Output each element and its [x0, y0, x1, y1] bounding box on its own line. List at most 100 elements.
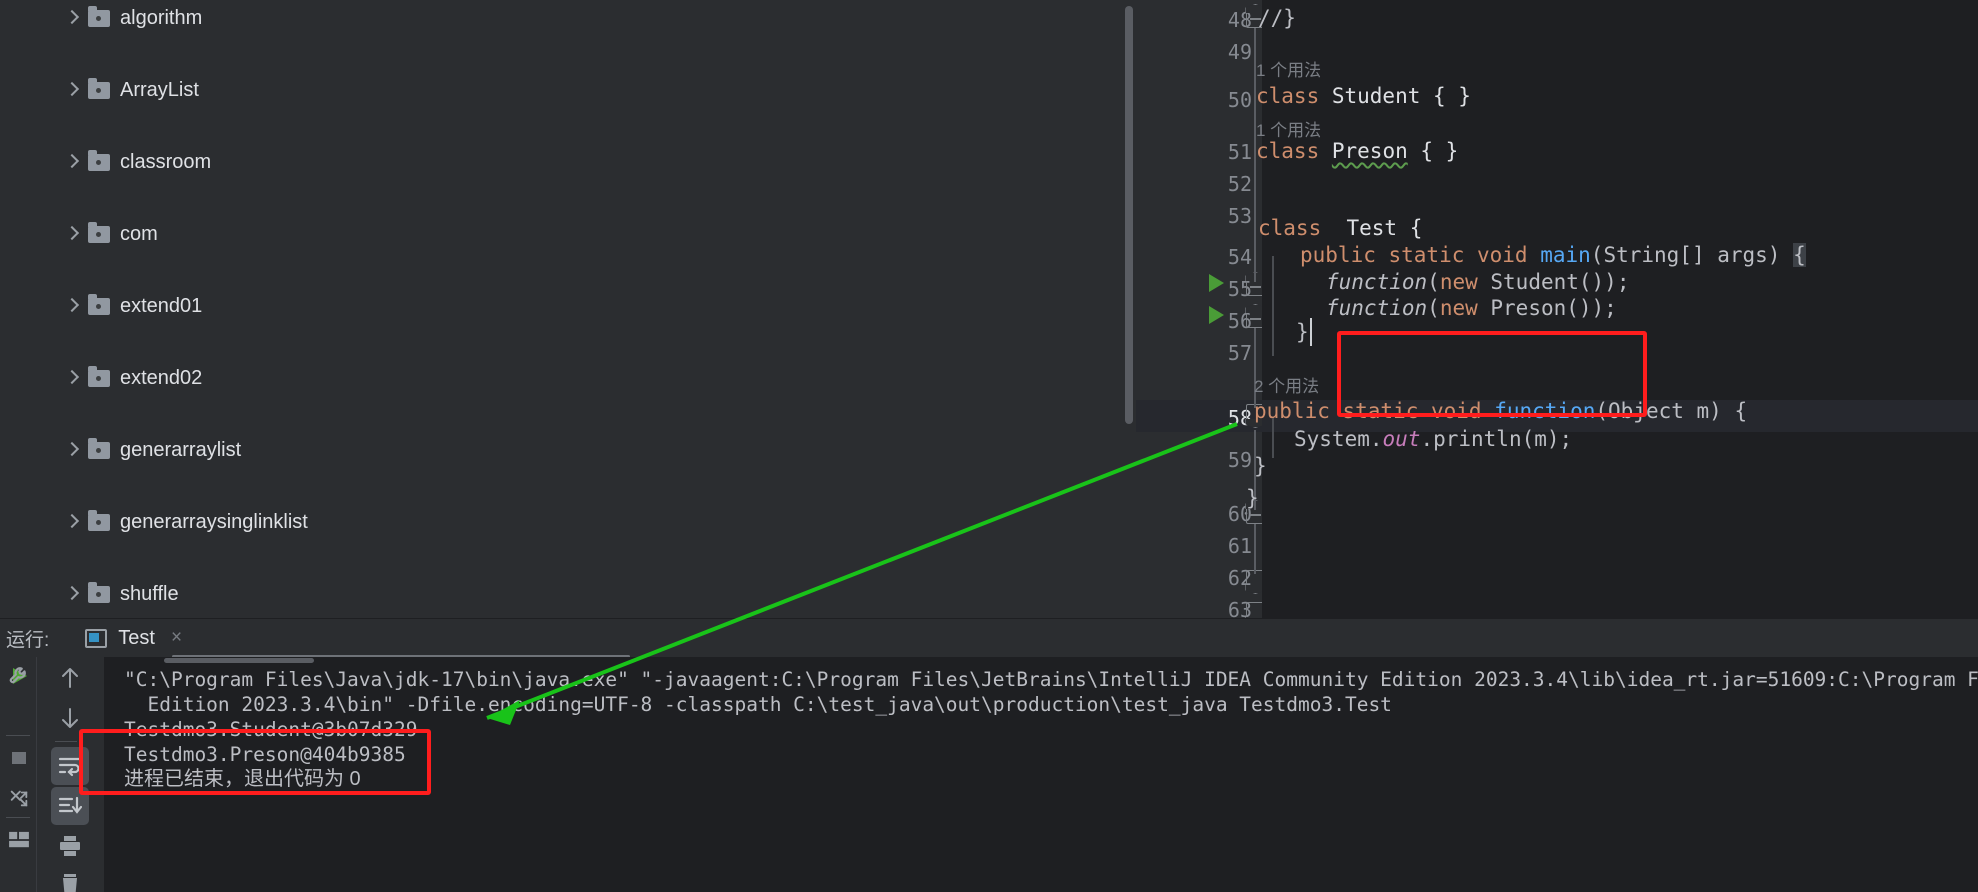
editor-vertical-scrollbar[interactable] [1122, 0, 1136, 618]
indent-guide [1272, 418, 1274, 458]
tree-item-label: ArrayList [120, 78, 199, 101]
settings-button[interactable] [0, 657, 38, 695]
folder-icon [88, 77, 110, 99]
scrollbar-thumb[interactable] [164, 658, 314, 663]
usage-hint-preson[interactable]: 1 个用法 [1256, 116, 1321, 141]
call-function: function [1326, 270, 1428, 294]
method-name-main: main [1540, 243, 1591, 267]
open-paren: ( [1427, 296, 1440, 320]
tree-item-classroom[interactable]: classroom [0, 144, 1122, 180]
line-number: 57 [1227, 341, 1252, 365]
clear-all-button[interactable] [51, 865, 89, 892]
keyword-new: new [1439, 296, 1478, 320]
println-call: .println(m); [1420, 427, 1573, 451]
code-line-55: public static void main(String[] args) { [1300, 243, 1806, 267]
code-line-50: class Student { } [1256, 84, 1471, 108]
folder-icon [88, 149, 110, 171]
stop-button[interactable] [0, 739, 38, 777]
tree-item-extend01[interactable]: extend01 [0, 288, 1122, 324]
tree-item-extend02[interactable]: extend02 [0, 360, 1122, 396]
code-editor-panel[interactable]: 48 49 50 51 52 53 54 55 56 57 58 59 60 6… [1122, 0, 1978, 622]
chevron-right-icon[interactable] [62, 153, 80, 171]
close-icon[interactable]: × [171, 627, 182, 649]
console-horizontal-scrollbar[interactable] [104, 657, 1978, 663]
folder-icon [88, 365, 110, 387]
folder-icon [88, 509, 110, 531]
code-line-58: } [1296, 320, 1309, 344]
chevron-right-icon[interactable] [62, 81, 80, 99]
tree-item-label: com [120, 222, 158, 245]
run-tab-label: Test [118, 626, 155, 649]
console-line-command-2: Edition 2023.3.4\bin" -Dfile.encoding=UT… [124, 693, 1392, 716]
console-line-exit-status: 进程已结束，退出代码为 0 [124, 768, 361, 790]
keyword-class: class [1256, 139, 1320, 163]
console-output[interactable]: "C:\Program Files\Java\jdk-17\bin\java.e… [104, 657, 1978, 892]
tree-item-label: algorithm [120, 6, 203, 29]
text-caret [1310, 318, 1312, 346]
modifiers: public static void [1300, 243, 1541, 267]
tree-item-generarraylist[interactable]: generarraylist [0, 432, 1122, 468]
class-body: { } [1407, 139, 1459, 163]
code-text-area[interactable]: //} 1 个用法 class Student { } 1 个用法 class … [1246, 0, 1978, 618]
project-tree-panel[interactable]: algorithm ArrayList classroom com extend… [0, 0, 1122, 618]
run-tool-window[interactable]: 运行: Test × "C:\Program Files\Java\jdk-17… [0, 618, 1978, 892]
line-number: 59 [1227, 448, 1252, 472]
line-number: 54 [1227, 245, 1252, 269]
indent-guide [1272, 256, 1274, 356]
usage-hint-function[interactable]: 2 个用法 [1254, 372, 1319, 397]
console-tab-icon [85, 628, 108, 648]
tree-item-label: classroom [120, 150, 212, 173]
folder-icon [88, 437, 110, 459]
class-name-preson-typo: Preson [1331, 139, 1408, 163]
tree-item-generarraysinglinklist[interactable]: generarraysinglinklist [0, 504, 1122, 540]
new-student-expr: Student()); [1477, 270, 1630, 294]
ide-window: algorithm ArrayList classroom com extend… [0, 0, 1978, 892]
new-preson-expr: Preson()); [1477, 296, 1617, 320]
fold-connector-line [1254, 524, 1256, 574]
chevron-right-icon[interactable] [62, 513, 80, 531]
tree-item-com[interactable]: com [0, 216, 1122, 252]
usage-hint-student[interactable]: 1 个用法 [1256, 56, 1321, 81]
tree-item-arraylist[interactable]: ArrayList [0, 72, 1122, 108]
line-number: 52 [1227, 172, 1252, 196]
layout-button[interactable] [0, 821, 38, 859]
scrollbar-thumb[interactable] [1125, 6, 1133, 424]
chevron-right-icon[interactable] [62, 297, 80, 315]
code-line-62: } [1254, 454, 1267, 478]
code-line-61: System.out.println(m); [1294, 427, 1572, 451]
tree-item-algorithm[interactable]: algorithm [0, 0, 1122, 36]
folder-icon [88, 5, 110, 27]
scroll-down-button[interactable] [51, 699, 89, 737]
line-number: 51 [1227, 140, 1252, 164]
folder-icon [88, 581, 110, 603]
code-line-54: class Test { [1258, 216, 1422, 240]
tree-item-shuffle[interactable]: shuffle [0, 576, 1122, 612]
chevron-right-icon[interactable] [62, 369, 80, 387]
chevron-right-icon[interactable] [62, 441, 80, 459]
chevron-right-icon[interactable] [62, 585, 80, 603]
run-toolbar-primary[interactable] [0, 657, 36, 892]
chevron-right-icon[interactable] [62, 225, 80, 243]
print-button[interactable] [51, 827, 89, 865]
scroll-to-end-button[interactable] [51, 787, 89, 825]
run-gutter-icon-main[interactable] [1209, 306, 1224, 324]
line-number: 61 [1227, 534, 1252, 558]
open-paren: ( [1427, 270, 1440, 294]
line-number: 62 [1227, 566, 1252, 590]
rerun-failed-button[interactable] [0, 779, 38, 817]
run-window-header: 运行: Test × [0, 619, 1978, 657]
run-tab-test[interactable]: Test × [79, 619, 188, 657]
run-gutter-icon-class[interactable] [1209, 274, 1224, 292]
code-line-56: function(new Student()); [1326, 270, 1629, 294]
line-number-current: 58 [1227, 406, 1252, 430]
console-line-output-1: Testdmo3.Student@3b07d329 [124, 718, 418, 741]
scroll-up-button[interactable] [51, 659, 89, 697]
tree-item-label: extend01 [120, 294, 203, 317]
code-line-60: public static void function(Object m) { [1254, 399, 1747, 423]
toolbar-divider [6, 735, 30, 736]
console-toolbar-secondary[interactable] [36, 657, 104, 892]
soft-wrap-button[interactable] [51, 747, 89, 785]
chevron-right-icon[interactable] [62, 9, 80, 27]
class-name-student: Student { } [1319, 84, 1471, 108]
field-out: out [1382, 427, 1421, 451]
